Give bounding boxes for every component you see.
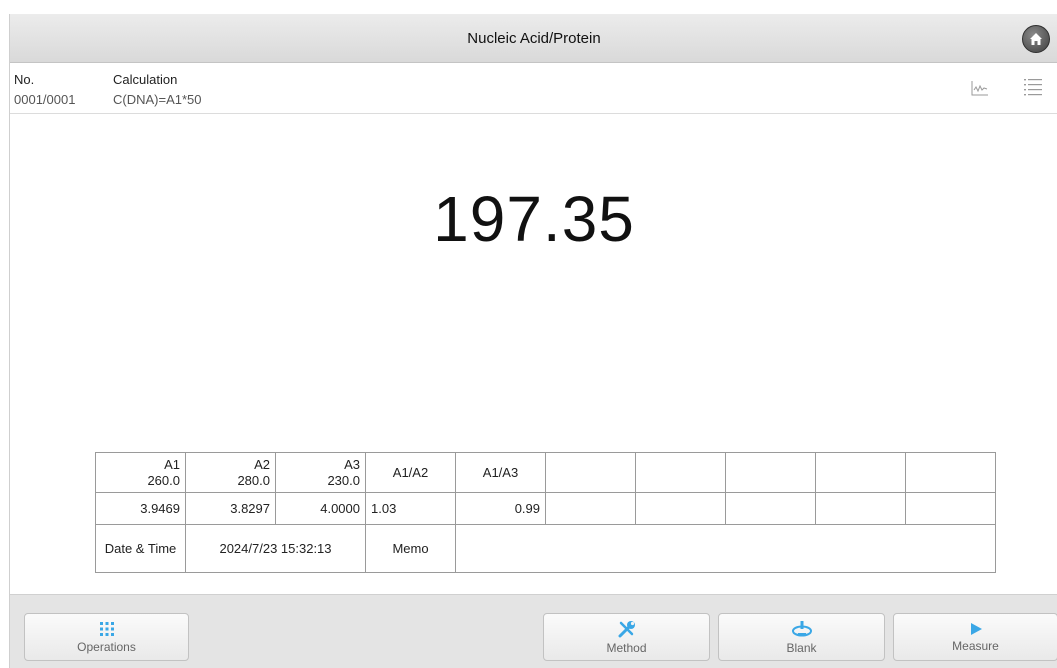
chart-view-button[interactable] [971, 80, 989, 101]
header-a2-wavelength: 280.0 [237, 472, 270, 488]
header-a1-wavelength: 260.0 [147, 472, 180, 488]
calculation-value: C(DNA)=A1*50 [113, 92, 202, 107]
header-a1: A1 260.0 [95, 452, 186, 493]
calculation-label: Calculation [113, 72, 178, 87]
header-empty [905, 452, 996, 493]
cell-empty [725, 492, 816, 525]
measure-label: Measure [952, 638, 999, 653]
result-value: 197.35 [433, 183, 635, 255]
header-empty [725, 452, 816, 493]
cell-empty [635, 492, 726, 525]
memo-label: Memo [365, 524, 456, 573]
header-a1-name: A1 [164, 456, 180, 472]
header-a2-name: A2 [254, 456, 270, 472]
value-ratio-a1-a2: 1.03 [365, 492, 456, 525]
blank-button[interactable]: Blank [718, 613, 885, 661]
title-bar: Nucleic Acid/Protein [10, 14, 1057, 63]
meta-row: Date & Time 2024/7/23 15:32:13 Memo [95, 524, 996, 573]
table-header-row: A1 260.0 A2 280.0 A3 230.0 A1/A2 A1/A3 [95, 452, 996, 493]
calculation: Calculation C(DNA)=A1*50 [113, 70, 202, 110]
list-view-button[interactable] [1023, 77, 1043, 102]
results-table: A1 260.0 A2 280.0 A3 230.0 A1/A2 A1/A3 3.94… [95, 452, 996, 573]
blank-label: Blank [786, 640, 817, 655]
sample-number-label: No. [14, 72, 35, 87]
operations-button[interactable]: Operations [24, 613, 189, 661]
method-button[interactable]: Method [543, 613, 710, 661]
value-a3: 4.0000 [275, 492, 366, 525]
bottom-toolbar: Operations Method Blank Measure [10, 594, 1057, 668]
cell-empty [905, 492, 996, 525]
chart-icon [971, 81, 988, 96]
header-empty [545, 452, 636, 493]
header-empty [635, 452, 726, 493]
cell-empty [545, 492, 636, 525]
header-a3-name: A3 [344, 456, 360, 472]
home-icon [1030, 33, 1042, 45]
cell-empty [815, 492, 906, 525]
header-ratio-a1-a2: A1/A2 [365, 452, 456, 493]
method-label: Method [606, 640, 647, 655]
memo-value[interactable] [455, 524, 996, 573]
value-ratio-a1-a3: 0.99 [455, 492, 546, 525]
header-a2: A2 280.0 [185, 452, 276, 493]
datetime-label: Date & Time [95, 524, 186, 573]
blank-icon [791, 620, 812, 636]
info-bar: No. 0001/0001 Calculation C(DNA)=A1*50 [10, 64, 1057, 114]
header-a3: A3 230.0 [275, 452, 366, 493]
sample-number-value: 0001/0001 [14, 92, 76, 107]
sample-number: No. 0001/0001 [14, 70, 75, 110]
app-window: Nucleic Acid/Protein No. 0001/0001 Calcu… [9, 14, 1057, 668]
header-a3-wavelength: 230.0 [327, 472, 360, 488]
home-button[interactable] [1022, 25, 1050, 53]
grid-dots-icon [99, 621, 114, 636]
play-icon [970, 622, 982, 635]
header-ratio-a1-a3: A1/A3 [455, 452, 546, 493]
measure-button[interactable]: Measure [893, 613, 1057, 661]
table-row: 3.9469 3.8297 4.0000 1.03 0.99 [95, 492, 996, 525]
operations-label: Operations [77, 639, 136, 654]
header-empty [815, 452, 906, 493]
value-a1: 3.9469 [95, 492, 186, 525]
window-title: Nucleic Acid/Protein [467, 29, 601, 47]
list-icon [1024, 79, 1042, 96]
tools-icon [618, 620, 635, 637]
value-a2: 3.8297 [185, 492, 276, 525]
datetime-value: 2024/7/23 15:32:13 [185, 524, 366, 573]
